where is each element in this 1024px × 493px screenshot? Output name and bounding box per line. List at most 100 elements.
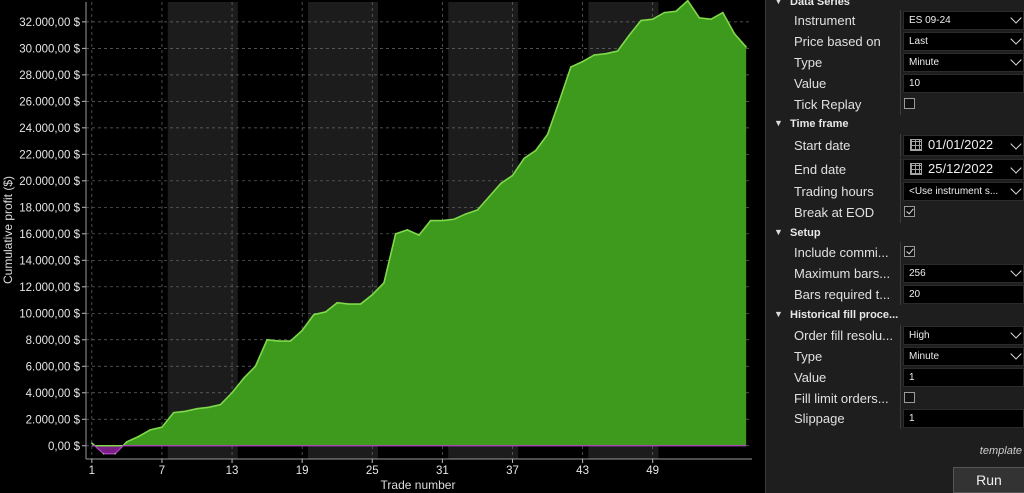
- break-at-eod-checkbox[interactable]: [904, 206, 915, 217]
- row-label: Type: [794, 349, 823, 364]
- data-point: [523, 157, 525, 160]
- background-band: [167, 2, 238, 459]
- row-order-fill-resolution: Order fill resolu... High: [766, 325, 1024, 346]
- data-point: [663, 11, 666, 14]
- row-slippage: Slippage 1: [766, 408, 1024, 429]
- trading-hours-select[interactable]: <Use instrument s...: [903, 182, 1024, 201]
- column-divider: [900, 408, 901, 429]
- x-tick-label: 1: [89, 465, 95, 477]
- column-divider: [900, 10, 901, 31]
- section-historical-fill[interactable]: ▼ Historical fill proce...: [766, 307, 1024, 325]
- data-point: [558, 100, 561, 103]
- collapse-triangle-icon[interactable]: ▼: [774, 0, 783, 6]
- chevron-down-icon: [1010, 12, 1022, 24]
- include-commission-checkbox[interactable]: [904, 246, 915, 257]
- date-value: 25/12/2022: [928, 161, 994, 176]
- data-point: [418, 234, 420, 236]
- data-point: [102, 452, 105, 455]
- row-maximum-bars: Maximum bars... 256: [766, 263, 1024, 284]
- data-point: [698, 17, 701, 19]
- x-axis-label: Trade number: [381, 478, 456, 492]
- instrument-select[interactable]: ES 09-24: [903, 11, 1024, 30]
- input-value: 1: [909, 413, 915, 424]
- section-time-frame[interactable]: ▼ Time frame: [766, 116, 1024, 134]
- y-tick-label: 10.000,00 $: [19, 308, 80, 320]
- chart-svg: 0,00 $ 2.000,00 $ 4.000,00 $ 6.000,00 $ 8.00…: [1, 0, 752, 492]
- section-setup[interactable]: ▼ Setup: [766, 225, 1024, 243]
- x-tick-label: 19: [296, 465, 309, 477]
- data-point: [394, 233, 397, 235]
- end-date-picker[interactable]: 25/12/2022: [903, 159, 1024, 180]
- y-tick-label: 32.000,00 $: [19, 17, 80, 29]
- row-fill-limit-orders: Fill limit orders...: [766, 388, 1024, 409]
- column-divider: [900, 388, 901, 409]
- order-fill-resolution-select[interactable]: High: [903, 326, 1024, 345]
- price-based-on-select[interactable]: Last: [903, 32, 1024, 51]
- data-point: [289, 340, 292, 342]
- y-tick-label: 14.000,00 $: [19, 255, 80, 267]
- row-fill-value: Value 1: [766, 367, 1024, 388]
- section-title: Setup: [790, 227, 821, 239]
- type-select[interactable]: Minute: [903, 53, 1024, 72]
- row-label: End date: [794, 162, 847, 177]
- data-point: [675, 10, 677, 13]
- collapse-triangle-icon[interactable]: ▼: [774, 227, 783, 237]
- data-point: [651, 18, 654, 21]
- x-tick-label: 31: [436, 465, 449, 477]
- template-label: template: [979, 445, 1022, 457]
- fill-limit-orders-checkbox[interactable]: [904, 392, 915, 403]
- fill-value-input[interactable]: 1: [903, 368, 1024, 387]
- row-trading-hours: Trading hours <Use instrument s...: [766, 181, 1024, 202]
- data-point: [184, 410, 187, 413]
- data-point: [196, 407, 198, 410]
- row-label: Value: [794, 76, 827, 91]
- properties-panel: ▼ Data Series Instrument ES 09-24 Price …: [765, 0, 1024, 493]
- data-point: [640, 19, 642, 22]
- data-point: [219, 403, 222, 406]
- collapse-triangle-icon[interactable]: ▼: [774, 118, 783, 128]
- chevron-down-icon: [1010, 348, 1022, 360]
- fill-type-select[interactable]: Minute: [903, 347, 1024, 366]
- y-tick-label: 28.000,00 $: [19, 70, 80, 82]
- data-point: [406, 229, 409, 231]
- data-point: [231, 391, 233, 394]
- bars-required-input[interactable]: 20: [903, 285, 1024, 304]
- row-value: Value 10: [766, 73, 1024, 94]
- data-point: [207, 406, 210, 409]
- row-start-date: Start date 01/01/2022: [766, 134, 1024, 157]
- data-point: [464, 213, 467, 215]
- slippage-input[interactable]: 1: [903, 409, 1024, 428]
- y-tick-label: 4.000,00 $: [26, 388, 81, 400]
- run-button[interactable]: Run: [953, 467, 1024, 493]
- maximum-bars-select[interactable]: 256: [903, 264, 1024, 283]
- row-label: Trading hours: [794, 184, 874, 199]
- data-point: [535, 149, 537, 152]
- row-include-commission: Include commi...: [766, 242, 1024, 263]
- x-tick-label: 13: [226, 465, 239, 477]
- row-end-date: End date 25/12/2022: [766, 158, 1024, 181]
- data-point: [581, 60, 584, 63]
- row-label: Instrument: [794, 13, 856, 28]
- row-label: Start date: [794, 138, 851, 153]
- value-input[interactable]: 10: [903, 74, 1024, 93]
- row-bars-required: Bars required t... 20: [766, 284, 1024, 305]
- collapse-triangle-icon[interactable]: ▼: [774, 309, 783, 319]
- select-value: ES 09-24: [909, 15, 951, 26]
- start-date-picker[interactable]: 01/01/2022: [903, 135, 1024, 156]
- row-label: Order fill resolu...: [794, 328, 893, 343]
- section-title: Time frame: [790, 118, 849, 130]
- tick-replay-checkbox[interactable]: [904, 98, 915, 109]
- data-point: [348, 303, 350, 305]
- data-point: [371, 293, 374, 296]
- data-point: [570, 66, 572, 68]
- row-label: Maximum bars...: [794, 266, 891, 281]
- row-price-based-on: Price based on Last: [766, 31, 1024, 52]
- column-divider: [900, 73, 901, 94]
- column-divider: [900, 31, 901, 52]
- row-instrument: Instrument ES 09-24: [766, 10, 1024, 31]
- data-point: [616, 50, 619, 52]
- row-label: Include commi...: [794, 245, 889, 260]
- data-point: [441, 219, 444, 222]
- input-value: 10: [909, 78, 921, 89]
- y-axis-label: Cumulative profit ($): [1, 176, 15, 284]
